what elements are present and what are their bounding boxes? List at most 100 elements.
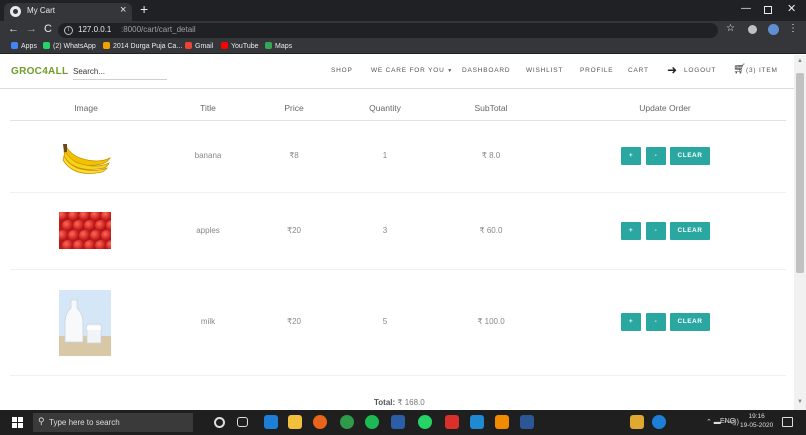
taskbar-search-input[interactable] <box>33 413 193 432</box>
site-info-icon[interactable]: i <box>64 26 73 35</box>
file-explorer-icon[interactable] <box>288 415 302 429</box>
nav-dashboard[interactable]: DASHBOARD <box>462 67 510 74</box>
clear-button[interactable]: CLEAR <box>670 147 710 165</box>
nav-cart-count[interactable]: (3) ITEM <box>746 67 778 74</box>
nav-we-care-dropdown[interactable]: WE CARE FOR YOU ▼ <box>371 67 453 74</box>
bookmark-favicon-icon <box>185 42 192 49</box>
row-title: banana <box>194 151 222 160</box>
plus-button[interactable]: + <box>621 147 641 165</box>
cart-total: Total: ₹ 168.0 <box>374 398 425 407</box>
browser-tab-strip: My Cart × + — ✕ <box>0 0 806 21</box>
apples-image <box>59 212 111 249</box>
row-price: ₹20 <box>287 226 301 235</box>
vscode-icon[interactable] <box>470 415 484 429</box>
language-indicator[interactable]: ENG <box>720 418 735 425</box>
page-scrollbar[interactable]: ▲ ▼ <box>794 55 806 410</box>
whatsapp-icon[interactable] <box>418 415 432 429</box>
help-tray-icon[interactable] <box>652 415 666 429</box>
nav-profile[interactable]: PROFILE <box>580 67 613 74</box>
logout-icon[interactable]: ➜ <box>667 63 677 77</box>
new-tab-icon[interactable]: + <box>140 1 148 17</box>
brand-logo[interactable]: GROC4ALL <box>11 66 68 77</box>
row-quantity: 3 <box>382 226 388 235</box>
vlc-icon[interactable] <box>495 415 509 429</box>
bookmarks-bar: Apps (2) WhatsApp 2014 Durga Puja Ca... Gma… <box>0 40 806 54</box>
row-quantity: 1 <box>382 151 388 160</box>
nav-logout[interactable]: LOGOUT <box>684 67 716 74</box>
minus-button[interactable]: - <box>646 147 666 165</box>
taskbar-clock[interactable]: 19:16 19-05-2020 <box>740 412 773 430</box>
header-subtotal: SubTotal <box>474 103 508 113</box>
window-close-icon[interactable]: ✕ <box>787 2 796 15</box>
nav-cart[interactable]: CART <box>628 67 649 74</box>
reload-icon[interactable]: C <box>44 23 52 35</box>
row-divider <box>10 375 786 376</box>
bookmark-item[interactable]: Maps <box>265 42 292 50</box>
clear-button[interactable]: CLEAR <box>670 313 710 331</box>
total-label: Total: <box>374 398 396 407</box>
window-maximize-icon[interactable] <box>764 6 772 14</box>
cart-icon[interactable]: 🛒︎ <box>733 64 746 75</box>
bookmark-favicon-icon <box>221 42 228 49</box>
window-minimize-icon[interactable]: — <box>741 3 751 14</box>
scroll-down-icon[interactable]: ▼ <box>797 399 803 405</box>
nav-shop[interactable]: SHOP <box>331 67 353 74</box>
clock-time: 19:16 <box>748 413 765 420</box>
forward-arrow-icon[interactable]: → <box>26 23 37 35</box>
plus-button[interactable]: + <box>621 222 641 240</box>
minus-button[interactable]: - <box>646 313 666 331</box>
cortana-icon[interactable] <box>214 417 225 428</box>
bookmark-favicon-icon <box>103 42 110 49</box>
clear-button[interactable]: CLEAR <box>670 222 710 240</box>
tab-title: My Cart <box>27 6 55 15</box>
clock-date: 19-05-2020 <box>740 422 774 429</box>
bookmark-item[interactable]: (2) WhatsApp <box>43 42 96 50</box>
bookmark-label: Maps <box>275 43 293 50</box>
profile-avatar-icon[interactable] <box>768 24 779 35</box>
browser-menu-icon[interactable]: ⋮ <box>788 23 798 34</box>
scroll-thumb[interactable] <box>796 73 804 273</box>
bookmark-favicon-icon <box>265 42 272 49</box>
bookmark-item[interactable]: 2014 Durga Puja Ca... <box>103 42 182 50</box>
bookmark-favicon-icon <box>43 42 50 49</box>
spotify-icon[interactable] <box>365 415 379 429</box>
row-price: ₹20 <box>287 317 301 326</box>
bookmark-star-icon[interactable]: ☆ <box>726 23 735 34</box>
chrome-icon[interactable] <box>340 415 354 429</box>
bookmark-label: Apps <box>21 43 37 50</box>
bookmark-label: Gmail <box>195 43 214 50</box>
edge-icon[interactable] <box>264 415 278 429</box>
windows-start-icon[interactable] <box>12 417 23 428</box>
row-divider <box>10 192 786 193</box>
row-price: ₹8 <box>289 151 299 160</box>
bookmark-item[interactable]: Gmail <box>185 42 213 50</box>
notification-icon[interactable] <box>782 417 793 427</box>
word-icon[interactable] <box>520 415 534 429</box>
task-view-icon[interactable] <box>237 417 248 427</box>
bookmark-item[interactable]: YouTube <box>221 42 259 50</box>
scroll-up-icon[interactable]: ▲ <box>797 58 803 64</box>
minus-button[interactable]: - <box>646 222 666 240</box>
row-subtotal: ₹ 60.0 <box>479 226 503 235</box>
address-bar[interactable]: i 127.0.0.1 :8000/cart/cart_detail <box>58 23 718 38</box>
header-quantity: Quantity <box>369 103 401 113</box>
header-image: Image <box>74 103 98 113</box>
tab-close-icon[interactable]: × <box>120 4 126 16</box>
banana-image <box>62 144 111 174</box>
back-arrow-icon[interactable]: ← <box>8 23 19 35</box>
virtualbox-icon[interactable] <box>391 415 405 429</box>
firefox-icon[interactable] <box>313 415 327 429</box>
acrobat-icon[interactable] <box>445 415 459 429</box>
browser-tab[interactable]: My Cart × <box>4 3 132 21</box>
caret-down-icon: ▼ <box>447 68 453 74</box>
bookmark-favicon-icon <box>11 42 18 49</box>
bookmark-item[interactable]: Apps <box>11 42 37 50</box>
row-divider <box>10 269 786 270</box>
windows-taskbar: ⚲ ⌃ ▬ ◔ ◁)) ENG 19:16 19-05-2020 <box>0 410 806 435</box>
browser-toolbar: ← → C i 127.0.0.1 :8000/cart/cart_detail… <box>0 21 806 40</box>
nav-wishlist[interactable]: WISHLIST <box>526 67 563 74</box>
keyboard-tray-icon[interactable] <box>630 415 644 429</box>
extension-icon[interactable] <box>748 25 757 34</box>
plus-button[interactable]: + <box>621 313 641 331</box>
search-input[interactable] <box>73 64 167 80</box>
